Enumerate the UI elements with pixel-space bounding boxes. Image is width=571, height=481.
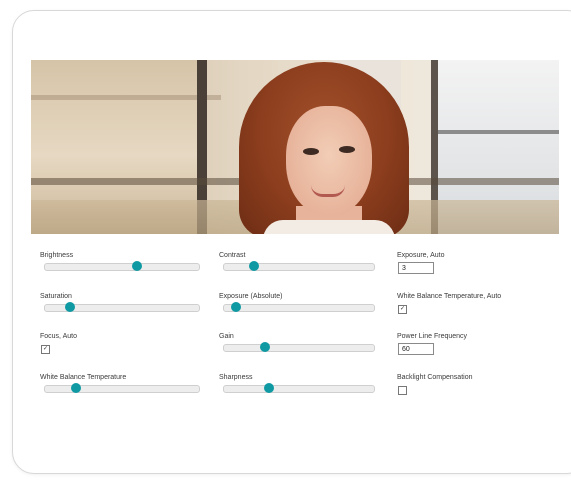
slider-thumb[interactable] bbox=[231, 302, 241, 312]
control-label: Gain bbox=[219, 333, 234, 340]
control-brightness: Brightness bbox=[40, 252, 200, 271]
control-contrast: Contrast bbox=[219, 252, 375, 271]
check-mark-icon: ✓ bbox=[42, 346, 49, 352]
power-line-frequency-input[interactable]: 60 bbox=[398, 343, 434, 355]
slider-thumb[interactable] bbox=[249, 261, 259, 271]
control-white-balance-temperature-auto: White Balance Temperature, Auto ✓ bbox=[397, 293, 502, 314]
control-sharpness: Sharpness bbox=[219, 374, 375, 393]
brightness-slider[interactable] bbox=[44, 261, 200, 271]
slider-thumb[interactable] bbox=[132, 261, 143, 271]
control-backlight-compensation: Backlight Compensation bbox=[397, 374, 473, 395]
control-label: Brightness bbox=[40, 252, 74, 259]
control-label: Backlight Compensation bbox=[397, 374, 473, 381]
control-label: White Balance Temperature bbox=[40, 374, 127, 381]
slider-thumb[interactable] bbox=[264, 383, 274, 393]
control-power-line-frequency: Power Line Frequency 60 bbox=[397, 333, 468, 355]
focus-auto-checkbox[interactable]: ✓ bbox=[41, 345, 50, 354]
slider-thumb[interactable] bbox=[64, 302, 75, 312]
control-label: White Balance Temperature, Auto bbox=[397, 293, 502, 300]
saturation-slider[interactable] bbox=[44, 302, 200, 312]
contrast-slider[interactable] bbox=[223, 261, 375, 271]
control-saturation: Saturation bbox=[40, 293, 200, 312]
control-focus-auto: Focus, Auto ✓ bbox=[40, 333, 77, 354]
control-white-balance-temperature: White Balance Temperature bbox=[40, 374, 200, 393]
control-gain: Gain bbox=[219, 333, 375, 352]
control-label: Exposure, Auto bbox=[397, 252, 445, 259]
slider-thumb[interactable] bbox=[70, 383, 81, 393]
control-label: Sharpness bbox=[219, 374, 253, 381]
gain-slider[interactable] bbox=[223, 342, 375, 352]
exposure-absolute-slider[interactable] bbox=[223, 302, 375, 312]
control-label: Focus, Auto bbox=[40, 333, 77, 340]
control-label: Saturation bbox=[40, 293, 72, 300]
check-mark-icon: ✓ bbox=[399, 306, 406, 312]
control-label: Power Line Frequency bbox=[397, 333, 468, 340]
slider-thumb[interactable] bbox=[259, 342, 270, 352]
sharpness-slider[interactable] bbox=[223, 383, 375, 393]
backlight-compensation-checkbox[interactable] bbox=[398, 386, 407, 395]
white-balance-temperature-auto-checkbox[interactable]: ✓ bbox=[398, 305, 407, 314]
control-exposure-absolute: Exposure (Absolute) bbox=[219, 293, 375, 312]
camera-controls-grid: Brightness Saturation Focus, Auto ✓ White Ba… bbox=[0, 0, 571, 481]
white-balance-temperature-slider[interactable] bbox=[44, 383, 200, 393]
control-exposure-auto: Exposure, Auto 3 bbox=[397, 252, 445, 274]
exposure-auto-input[interactable]: 3 bbox=[398, 262, 434, 274]
control-label: Exposure (Absolute) bbox=[219, 293, 283, 300]
control-label: Contrast bbox=[219, 252, 246, 259]
